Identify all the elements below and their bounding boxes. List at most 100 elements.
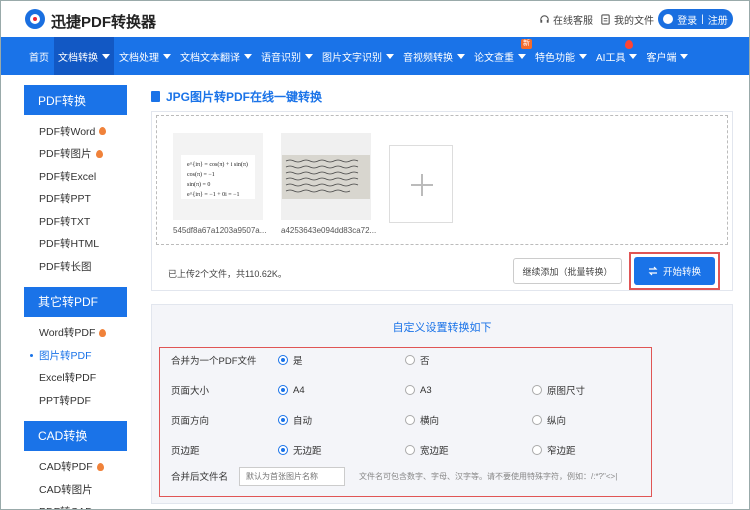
radio-button[interactable] [405,415,415,425]
start-convert-button[interactable]: 开始转换 [634,257,715,285]
register-label[interactable]: 注册 [708,12,728,27]
sidebar-item[interactable]: PDF转长图 [24,255,127,278]
page-title: JPG图片转PDF在线一键转换 [151,88,322,105]
nav-item-2[interactable]: 文档处理 [115,37,175,75]
radio-button[interactable] [278,385,288,395]
sidebar-item-label: PPT转PDF [39,394,91,407]
chevron-down-icon [305,53,313,59]
sidebar-item[interactable]: PDF转Word [24,120,127,143]
nav-item-5[interactable]: 图片文字识别 [318,37,398,75]
settings-row-label: 页边距 [171,446,200,457]
sidebar-group-title[interactable]: CAD转换 [24,420,127,451]
radio-option[interactable]: 窄边距 [532,443,576,457]
support-link[interactable]: 在线客服 [539,12,593,27]
settings-title: 自定义设置转换如下 [392,322,492,334]
sidebar-group-title[interactable]: PDF转换 [24,85,127,115]
radio-button[interactable] [278,445,288,455]
logo-icon[interactable] [25,9,45,29]
filename-label: 合并后文件名 [171,472,229,483]
radio-option[interactable]: 宽边距 [405,443,449,457]
nav-item-label: 语音识别 [261,52,301,64]
chevron-down-icon [386,53,394,59]
radio-option[interactable]: A4 [278,385,305,396]
radio-option[interactable]: A3 [405,385,432,396]
filename-row: 合并后文件名 文件名可包含数字、字母、汉字等。请不要使用特殊字符，例如：/:*?… [160,466,651,486]
sidebar-item[interactable]: PDF转PPT [24,188,127,211]
radio-button[interactable] [278,355,288,365]
chevron-down-icon [579,53,587,59]
radio-button[interactable] [532,385,542,395]
upload-panel: e^{iπ} = cos(π) + i sin(π) cos(π) = −1 s… [151,111,733,291]
sidebar-item[interactable]: CAD转图片 [24,478,127,501]
file-name-2: a4253643e094dd83ca72... [281,226,377,235]
radio-button[interactable] [532,445,542,455]
formula-line: cos(π) = −1 [187,171,215,178]
convert-icon [648,266,658,276]
login-label[interactable]: 登录 [677,12,697,27]
sidebar-item[interactable]: PDF转CAD [24,501,127,509]
sidebar-item[interactable]: CAD转PDF [24,456,127,479]
radio-button[interactable] [405,445,415,455]
nav-item-6[interactable]: 音视频转换 [399,37,469,75]
dropzone[interactable]: e^{iπ} = cos(π) + i sin(π) cos(π) = −1 s… [156,115,728,245]
nav-item-0[interactable]: 首页 [25,37,53,75]
radio-button[interactable] [405,385,415,395]
upload-status: 已上传2个文件，共110.62K。 [168,269,287,279]
file-thumbnail-1[interactable]: e^{iπ} = cos(π) + i sin(π) cos(π) = −1 s… [173,133,263,220]
sidebar-item[interactable]: PDF转TXT [24,210,127,233]
file-thumbnail-2[interactable] [281,133,371,220]
my-files-link[interactable]: 我的文件 [600,12,654,27]
radio-option-label: 原图尺寸 [547,386,586,397]
sidebar-item[interactable]: PDF转图片 [24,143,127,166]
top-bar: 迅捷PDF转换器 在线客服 我的文件 登录 | 注册 [1,1,749,37]
nav-item-7[interactable]: 论文查重新 [470,37,532,75]
separator: | [701,13,704,25]
nav-item-label: 首页 [29,52,49,64]
radio-option[interactable]: 自动 [278,413,312,427]
radio-button[interactable] [278,415,288,425]
sidebar-group-title[interactable]: 其它转PDF [24,286,127,317]
radio-option[interactable]: 横向 [405,413,439,427]
chevron-down-icon [629,53,638,59]
radio-button[interactable] [405,355,415,365]
radio-option[interactable]: 无边距 [278,443,322,457]
settings-panel: 自定义设置转换如下 合并后文件名 文件名可包含数字、字母、汉字等。请不要使用特殊… [151,304,733,504]
sidebar-item[interactable]: 图片转PDF [24,344,127,367]
formula-image: e^{iπ} = cos(π) + i sin(π) cos(π) = −1 s… [181,155,255,199]
hot-icon [99,127,107,136]
settings-options: 合并后文件名 文件名可包含数字、字母、汉字等。请不要使用特殊字符，例如：/:*?… [159,347,652,497]
nav-item-label: 论文查重 [474,52,514,64]
sidebar-item[interactable]: PPT转PDF [24,389,127,412]
sidebar-item[interactable]: Word转PDF [24,322,127,345]
radio-option[interactable]: 否 [405,353,430,367]
radio-option-label: 纵向 [547,416,567,427]
radio-option[interactable]: 是 [278,353,303,367]
add-file-button[interactable] [389,145,453,223]
sidebar-item[interactable]: PDF转Excel [24,165,127,188]
sidebar-item[interactable]: PDF转HTML [24,233,127,256]
nav-item-1[interactable]: 文档转换 [54,37,114,75]
start-convert-label: 开始转换 [662,267,701,278]
nav-item-10[interactable]: 客户端 [642,37,692,75]
logo-text[interactable]: 迅捷PDF转换器 [51,11,156,32]
nav-item-9[interactable]: AI工具 [592,37,641,75]
nav-item-3[interactable]: 文档文本翻译 [176,37,256,75]
sidebar-item[interactable]: Excel转PDF [24,367,127,390]
my-files-label: 我的文件 [614,16,654,27]
nav-item-label: 文档转换 [58,52,98,64]
formula-line: e^{iπ} = cos(π) + i sin(π) [187,161,248,168]
radio-option[interactable]: 原图尺寸 [532,383,585,397]
settings-row: 合并为一个PDF文件 是 否 [160,350,651,370]
radio-button[interactable] [532,415,542,425]
radio-option-label: 自动 [293,416,313,427]
nav-item-8[interactable]: 特色功能 [531,37,591,75]
sidebar-item-label: CAD转图片 [39,483,93,496]
filename-input[interactable] [239,466,345,486]
hot-icon [99,328,107,337]
nav-item-label: 文档文本翻译 [180,52,240,64]
nav-item-4[interactable]: 语音识别 [257,37,317,75]
radio-option[interactable]: 纵向 [532,413,566,427]
continue-add-button[interactable]: 继续添加（批量转换） [513,258,622,284]
settings-row: 页边距 无边距 宽边距 窄边距 [160,440,651,460]
login-register-button[interactable]: 登录 | 注册 [658,9,733,29]
